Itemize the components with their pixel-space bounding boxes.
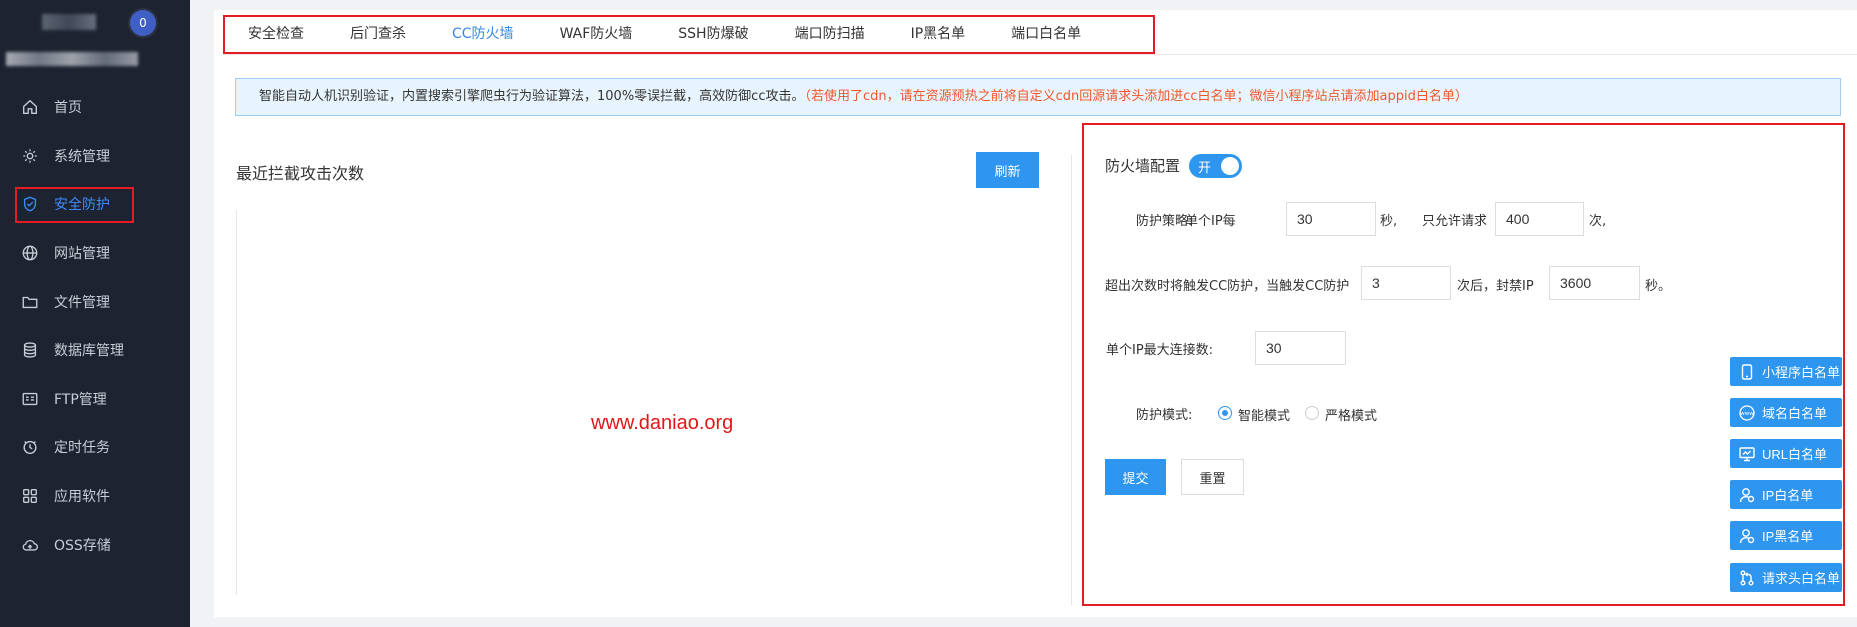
sidebar-item-security[interactable]: 安全防护	[0, 180, 190, 229]
trigger-count-input[interactable]	[1361, 266, 1451, 300]
submit-button[interactable]: 提交	[1105, 459, 1166, 495]
account-header: 0	[0, 0, 190, 80]
request-icon	[1738, 569, 1756, 587]
sidebar-item-label: 数据库管理	[54, 343, 124, 360]
toggle-label: 开	[1198, 161, 1212, 176]
ban-ip-label: 次后，封禁IP	[1457, 279, 1534, 294]
mode-smart-radio[interactable]	[1218, 406, 1232, 420]
phone-icon	[1738, 363, 1756, 381]
button-label: URL白名单	[1762, 447, 1828, 462]
sidebar-item-label: 首页	[54, 100, 82, 117]
firewall-toggle[interactable]: 开	[1189, 154, 1242, 178]
allow-requests-label: 只允许请求	[1422, 214, 1488, 229]
sidebar-item-label: 应用软件	[54, 489, 110, 506]
attack-chart-area	[236, 210, 1066, 595]
refresh-button[interactable]: 刷新	[976, 152, 1039, 188]
tab-port-whitelist[interactable]: 端口白名单	[988, 17, 1104, 52]
max-connections-label: 单个IP最大连接数:	[1106, 343, 1214, 358]
sidebar-item-database[interactable]: 数据库管理	[0, 326, 190, 375]
button-label: 域名白名单	[1762, 406, 1828, 421]
reset-button[interactable]: 重置	[1181, 459, 1244, 495]
button-label: IP白名单	[1762, 488, 1814, 503]
active-highlight-box	[15, 187, 134, 224]
www-icon: www	[1738, 404, 1756, 422]
tab-port-scan[interactable]: 端口防扫描	[772, 17, 888, 52]
username-redacted	[42, 14, 96, 30]
database-icon	[20, 340, 40, 360]
chart-title: 最近拦截攻击次数	[236, 164, 365, 183]
sidebar-item-label: 网站管理	[54, 246, 110, 263]
firewall-config-title: 防火墙配置	[1105, 157, 1181, 175]
miniprogram-whitelist-button[interactable]: 小程序白名单	[1730, 357, 1842, 386]
clock-icon	[20, 437, 40, 457]
mode-strict-label[interactable]: 严格模式	[1325, 405, 1377, 424]
sidebar-item-label: OSS存储	[54, 537, 111, 554]
ban-unit: 秒。	[1645, 279, 1672, 294]
tab-cc-firewall[interactable]: CC防火墙	[429, 17, 537, 52]
gear-icon	[20, 146, 40, 166]
seconds-unit: 秒,	[1380, 214, 1398, 229]
monitor-icon	[1738, 445, 1756, 463]
sidebar-item-label: 定时任务	[54, 440, 110, 457]
ip-blacklist-button[interactable]: IP黑名单	[1730, 521, 1842, 550]
sidebar-item-system[interactable]: 系统管理	[0, 132, 190, 181]
per-ip-label: 单个IP每	[1185, 214, 1236, 229]
request-header-whitelist-button[interactable]: 请求头白名单	[1730, 563, 1842, 592]
notification-badge[interactable]: 0	[130, 10, 156, 36]
apps-icon	[20, 486, 40, 506]
tab-backdoor-scan[interactable]: 后门查杀	[327, 17, 429, 52]
toggle-knob	[1221, 157, 1239, 175]
globe-icon	[20, 243, 40, 263]
tab-waf-firewall[interactable]: WAF防火墙	[537, 17, 656, 52]
sidebar-item-ftp[interactable]: FTP管理	[0, 375, 190, 424]
policy-label: 防护策略:	[1136, 214, 1193, 229]
mode-strict-radio[interactable]	[1305, 406, 1319, 420]
server-ip-redacted	[6, 52, 138, 66]
sidebar-item-home[interactable]: 首页	[0, 83, 190, 132]
domain-whitelist-button[interactable]: www 域名白名单	[1730, 398, 1842, 427]
panel-divider	[1071, 155, 1072, 605]
folder-icon	[20, 292, 40, 312]
tab-ssh-bruteforce[interactable]: SSH防爆破	[655, 17, 771, 52]
svg-text:www: www	[1740, 411, 1754, 417]
ip-whitelist-button[interactable]: IP白名单	[1730, 480, 1842, 509]
sidebar-item-cron[interactable]: 定时任务	[0, 423, 190, 472]
user-icon	[1738, 486, 1756, 504]
watermark-text: www.daniao.org	[591, 412, 734, 434]
allowed-requests-input[interactable]	[1495, 202, 1584, 236]
security-tabs: 安全检查 后门查杀 CC防火墙 WAF防火墙 SSH防爆破 端口防扫描 IP黑名…	[223, 15, 1155, 54]
sidebar-item-label: 文件管理	[54, 294, 110, 311]
sidebar-item-label: 系统管理	[54, 148, 110, 165]
button-label: IP黑名单	[1762, 529, 1814, 544]
sidebar-item-websites[interactable]: 网站管理	[0, 229, 190, 278]
alert-warning: （若使用了cdn，请在资源预热之前将自定义cdn回源请求头添加进cc白名单；微信…	[804, 89, 1468, 104]
sidebar-item-apps[interactable]: 应用软件	[0, 472, 190, 521]
sidebar-nav: 首页 系统管理 安全防护 网站管理 文件管理 数据库管理 FTP管理 定时任务 …	[0, 83, 190, 569]
alert-text: 智能自动人机识别验证，内置搜索引擎爬虫行为验证算法，100%零误拦截，高效防御c…	[259, 89, 805, 104]
sidebar-item-label: FTP管理	[54, 391, 107, 408]
sidebar: 0 首页 系统管理 安全防护 网站管理 文件管理 数据库管理 FTP管理 定时任…	[0, 0, 190, 627]
trigger-label: 超出次数时将触发CC防护，当触发CC防护	[1105, 279, 1350, 294]
home-icon	[20, 97, 40, 117]
info-alert: 智能自动人机识别验证，内置搜索引擎爬虫行为验证算法，100%零误拦截，高效防御c…	[235, 78, 1841, 116]
max-connections-input[interactable]	[1255, 331, 1346, 365]
url-whitelist-button[interactable]: URL白名单	[1730, 439, 1842, 468]
cloud-icon	[20, 535, 40, 555]
mode-smart-label[interactable]: 智能模式	[1238, 405, 1290, 424]
tab-security-check[interactable]: 安全检查	[225, 17, 327, 52]
ftp-icon	[20, 389, 40, 409]
user-icon	[1738, 527, 1756, 545]
mode-label: 防护模式:	[1136, 408, 1193, 423]
tabs-divider	[223, 54, 1857, 55]
ban-seconds-input[interactable]	[1549, 266, 1640, 300]
times-unit: 次,	[1589, 214, 1607, 229]
sidebar-item-files[interactable]: 文件管理	[0, 277, 190, 326]
sidebar-item-oss[interactable]: OSS存储	[0, 520, 190, 569]
button-label: 请求头白名单	[1762, 571, 1841, 586]
button-label: 小程序白名单	[1762, 365, 1841, 380]
tab-ip-blacklist[interactable]: IP黑名单	[888, 17, 989, 52]
interval-seconds-input[interactable]	[1286, 202, 1376, 236]
